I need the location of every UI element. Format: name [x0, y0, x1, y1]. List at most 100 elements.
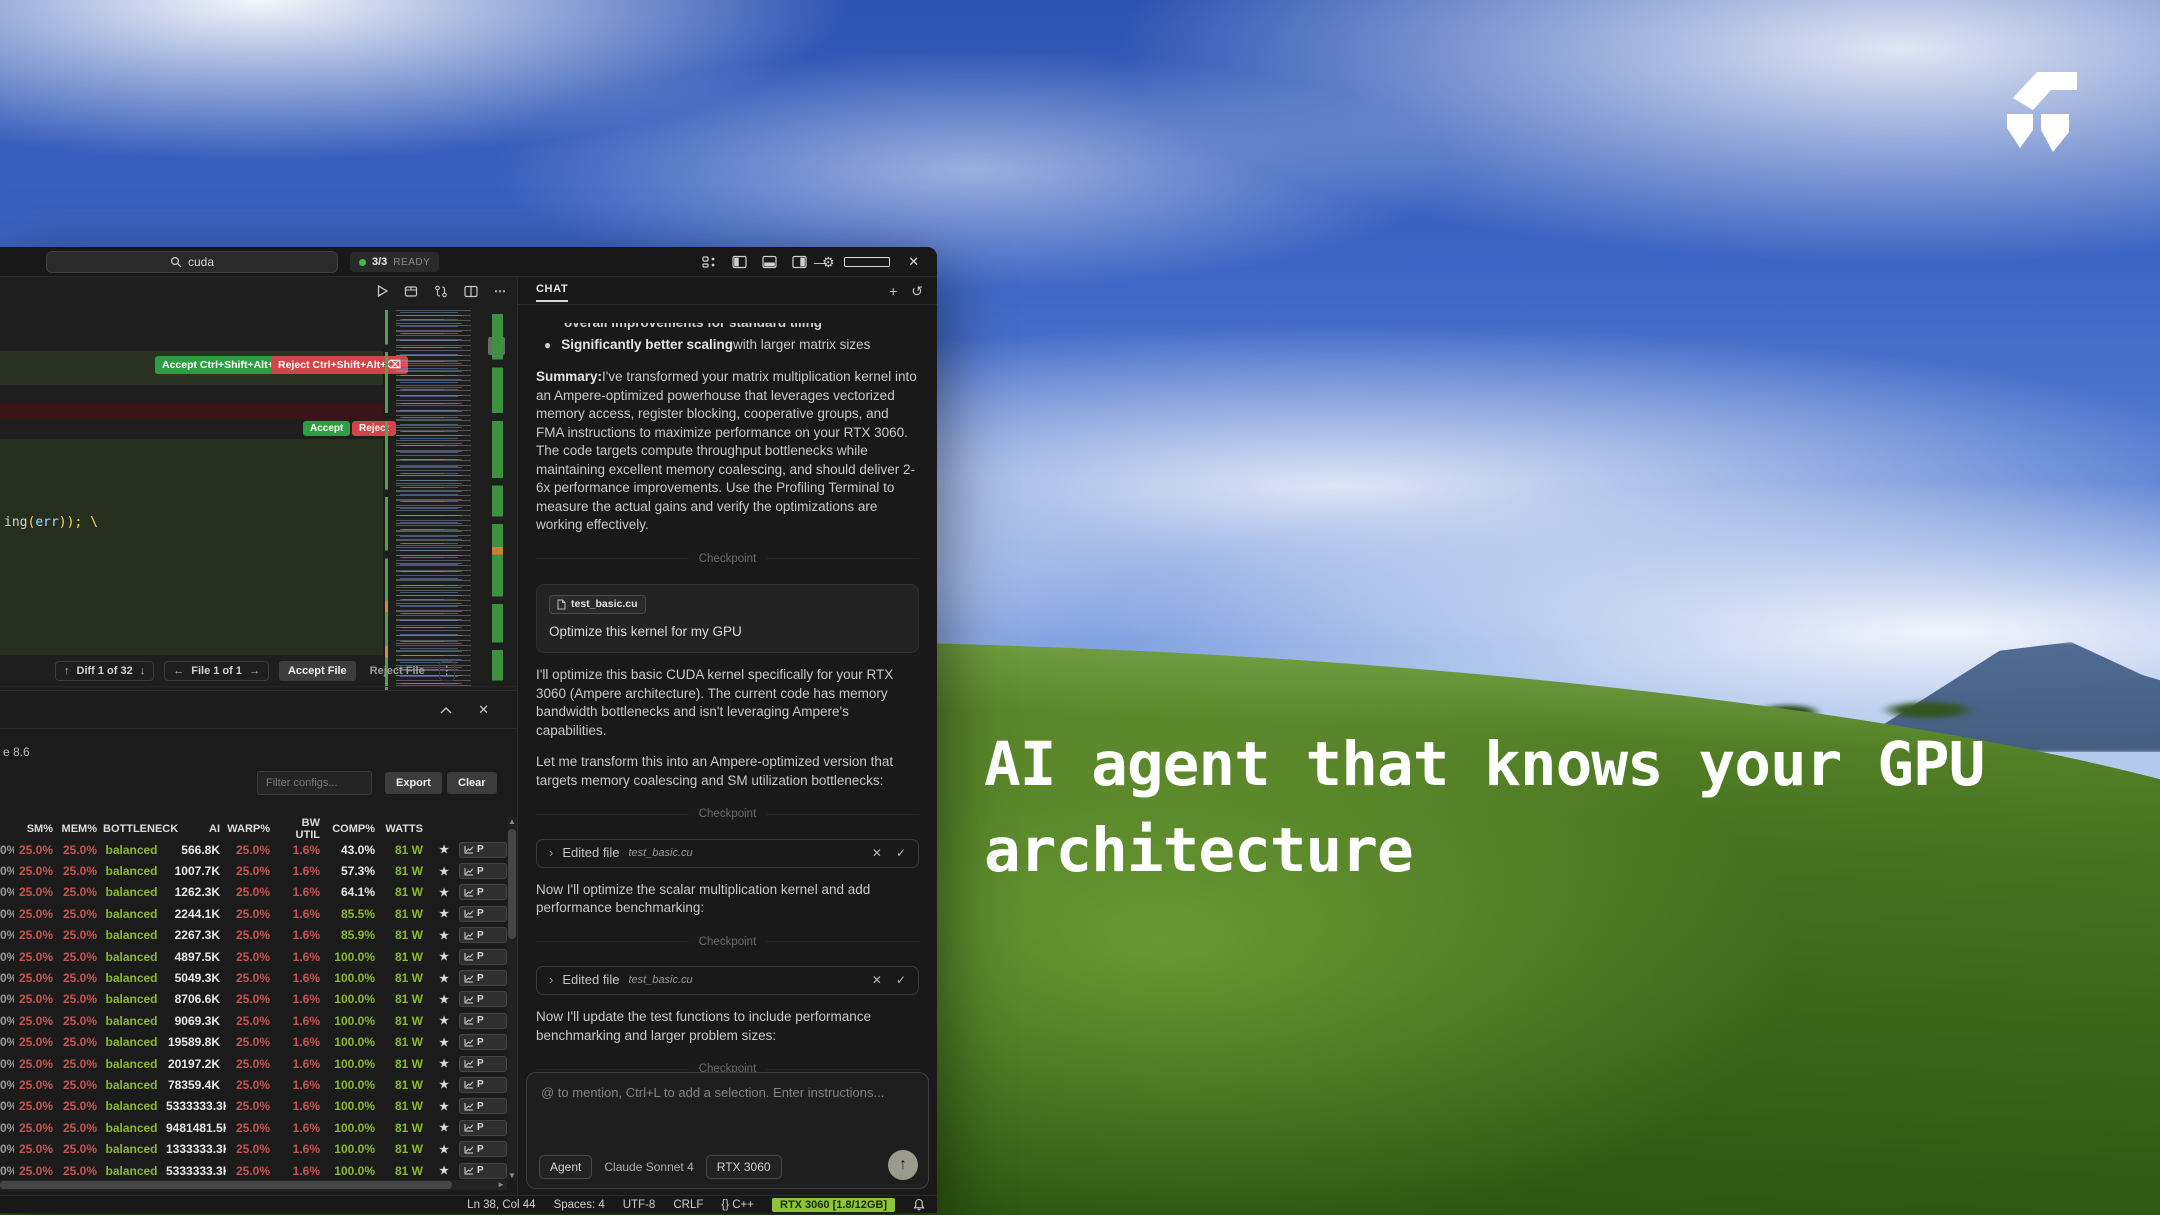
discard-edit-icon[interactable]: ✕: [872, 971, 882, 990]
history-icon[interactable]: ↺: [911, 283, 923, 300]
star-icon[interactable]: ★: [429, 1121, 459, 1134]
file-chip[interactable]: test_basic.cu: [549, 595, 646, 614]
new-chat-icon[interactable]: +: [889, 283, 897, 299]
model-selector[interactable]: Claude Sonnet 4: [604, 1160, 693, 1174]
eol-sequence[interactable]: CRLF: [673, 1199, 703, 1211]
table-row[interactable]: 0% 25.0% 25.0% balanced 9481481.5K 25.0%…: [0, 1117, 507, 1138]
profile-button[interactable]: P: [459, 949, 507, 965]
horizontal-scrollbar[interactable]: ►: [0, 1180, 507, 1190]
minimap[interactable]: [392, 310, 486, 692]
table-row[interactable]: 0% 25.0% 25.0% balanced 5049.3K 25.0% 1.…: [0, 967, 507, 988]
accept-diff-button[interactable]: Accept Ctrl+Shift+Alt+↵: [155, 356, 290, 374]
git-compare-icon[interactable]: [434, 285, 448, 298]
reject-small-button[interactable]: Reject: [352, 421, 396, 436]
star-icon[interactable]: ★: [429, 1057, 459, 1070]
ready-badge[interactable]: 3/3 READY: [350, 252, 439, 272]
star-icon[interactable]: ★: [429, 843, 459, 856]
star-icon[interactable]: ★: [429, 950, 459, 963]
maximize-button[interactable]: [844, 247, 891, 277]
prev-diff-icon[interactable]: ↑: [64, 665, 70, 677]
diff-more-options-icon[interactable]: ⋮: [439, 661, 455, 681]
table-row[interactable]: 0% 25.0% 25.0% balanced 4897.5K 25.0% 1.…: [0, 946, 507, 967]
table-row[interactable]: 0% 25.0% 25.0% balanced 1007.7K 25.0% 1.…: [0, 860, 507, 881]
panel-bottom-icon[interactable]: [762, 255, 777, 269]
table-row[interactable]: 0% 25.0% 25.0% balanced 19589.8K 25.0% 1…: [0, 1032, 507, 1053]
minimize-button[interactable]: —: [797, 247, 844, 277]
split-editor-icon[interactable]: [464, 285, 478, 298]
profile-button[interactable]: P: [459, 927, 507, 943]
table-row[interactable]: 0% 25.0% 25.0% balanced 9069.3K 25.0% 1.…: [0, 1010, 507, 1031]
star-icon[interactable]: ★: [429, 865, 459, 878]
table-row[interactable]: 0% 25.0% 25.0% balanced 1333333.3K 25.0%…: [0, 1138, 507, 1159]
agent-mode-button[interactable]: Agent: [539, 1155, 592, 1179]
col-warp[interactable]: WARP%: [226, 823, 276, 835]
table-row[interactable]: 0% 25.0% 25.0% balanced 8706.6K 25.0% 1.…: [0, 989, 507, 1010]
customize-layout-icon[interactable]: [702, 255, 717, 269]
col-bw[interactable]: BW UTIL: [276, 817, 326, 841]
gpu-target-button[interactable]: RTX 3060: [706, 1155, 782, 1179]
col-sm[interactable]: SM%: [14, 823, 59, 835]
star-icon[interactable]: ★: [429, 1143, 459, 1156]
more-actions-icon[interactable]: ⋯: [494, 284, 506, 298]
profile-button[interactable]: P: [459, 970, 507, 986]
profile-button[interactable]: P: [459, 1056, 507, 1072]
chevron-right-icon[interactable]: ›: [549, 844, 553, 863]
star-icon[interactable]: ★: [429, 1014, 459, 1027]
star-icon[interactable]: ★: [429, 1036, 459, 1049]
col-bottleneck[interactable]: BOTTLENECK: [103, 823, 166, 835]
filter-configs-input[interactable]: [257, 771, 372, 795]
table-row[interactable]: 0% 25.0% 25.0% balanced 2267.3K 25.0% 1.…: [0, 925, 507, 946]
profile-button[interactable]: P: [459, 1098, 507, 1114]
prev-file-icon[interactable]: ←: [173, 665, 184, 677]
star-icon[interactable]: ★: [429, 907, 459, 920]
command-search[interactable]: cuda: [46, 251, 338, 273]
profile-button[interactable]: P: [459, 863, 507, 879]
language-mode[interactable]: {} C++: [721, 1199, 754, 1211]
profile-button[interactable]: P: [459, 906, 507, 922]
chat-messages[interactable]: overall improvements for standard tiling…: [518, 305, 937, 1195]
export-button[interactable]: Export: [385, 772, 442, 794]
table-row[interactable]: 0% 25.0% 25.0% balanced 5333333.3K 25.0%…: [0, 1160, 507, 1181]
notifications-bell-icon[interactable]: [913, 1198, 925, 1211]
profile-button[interactable]: P: [459, 1013, 507, 1029]
chat-input-box[interactable]: Agent Claude Sonnet 4 RTX 3060 ↑: [526, 1072, 929, 1189]
edited-file-card[interactable]: › Edited file test_basic.cu ✕✓: [536, 839, 919, 868]
star-icon[interactable]: ★: [429, 886, 459, 899]
next-diff-icon[interactable]: ↓: [140, 665, 146, 677]
star-icon[interactable]: ★: [429, 1100, 459, 1113]
diff-nav-group[interactable]: ↑ Diff 1 of 32 ↓: [55, 661, 154, 681]
send-button[interactable]: ↑: [888, 1150, 918, 1180]
reject-file-button[interactable]: Reject File: [366, 665, 429, 677]
edited-file-card[interactable]: › Edited file test_basic.cu ✕✓: [536, 966, 919, 995]
star-icon[interactable]: ★: [429, 993, 459, 1006]
close-panel-icon[interactable]: ✕: [478, 702, 489, 718]
tab-chat[interactable]: CHAT: [536, 283, 568, 302]
chat-input-field[interactable]: [527, 1073, 928, 1143]
accept-small-button[interactable]: Accept: [303, 421, 350, 436]
close-button[interactable]: ✕: [890, 247, 937, 277]
col-ai[interactable]: AI: [166, 823, 226, 835]
profile-button[interactable]: P: [459, 1077, 507, 1093]
run-icon[interactable]: [377, 285, 388, 297]
profile-button[interactable]: P: [459, 1141, 507, 1157]
table-row[interactable]: 0% 25.0% 25.0% balanced 566.8K 25.0% 1.6…: [0, 839, 507, 860]
table-row[interactable]: 0% 25.0% 25.0% balanced 20197.2K 25.0% 1…: [0, 1053, 507, 1074]
profile-button[interactable]: P: [459, 842, 507, 858]
profile-button[interactable]: P: [459, 1120, 507, 1136]
profile-button[interactable]: P: [459, 991, 507, 1007]
table-row[interactable]: 0% 25.0% 25.0% balanced 78359.4K 25.0% 1…: [0, 1074, 507, 1095]
profile-button[interactable]: P: [459, 1163, 507, 1179]
star-icon[interactable]: ★: [429, 929, 459, 942]
keep-edit-icon[interactable]: ✓: [896, 971, 906, 990]
indentation[interactable]: Spaces: 4: [554, 1199, 605, 1211]
col-watts[interactable]: WATTS: [381, 823, 429, 835]
accept-file-button[interactable]: Accept File: [279, 661, 356, 681]
col-mem[interactable]: MEM%: [59, 823, 103, 835]
table-row[interactable]: 0% 25.0% 25.0% balanced 5333333.3K 25.0%…: [0, 1096, 507, 1117]
next-file-icon[interactable]: →: [249, 665, 260, 677]
table-row[interactable]: 0% 25.0% 25.0% balanced 2244.1K 25.0% 1.…: [0, 903, 507, 924]
cursor-position[interactable]: Ln 38, Col 44: [467, 1199, 535, 1211]
table-row[interactable]: 0% 25.0% 25.0% balanced 1262.3K 25.0% 1.…: [0, 882, 507, 903]
encoding[interactable]: UTF-8: [623, 1199, 656, 1211]
discard-edit-icon[interactable]: ✕: [872, 844, 882, 863]
